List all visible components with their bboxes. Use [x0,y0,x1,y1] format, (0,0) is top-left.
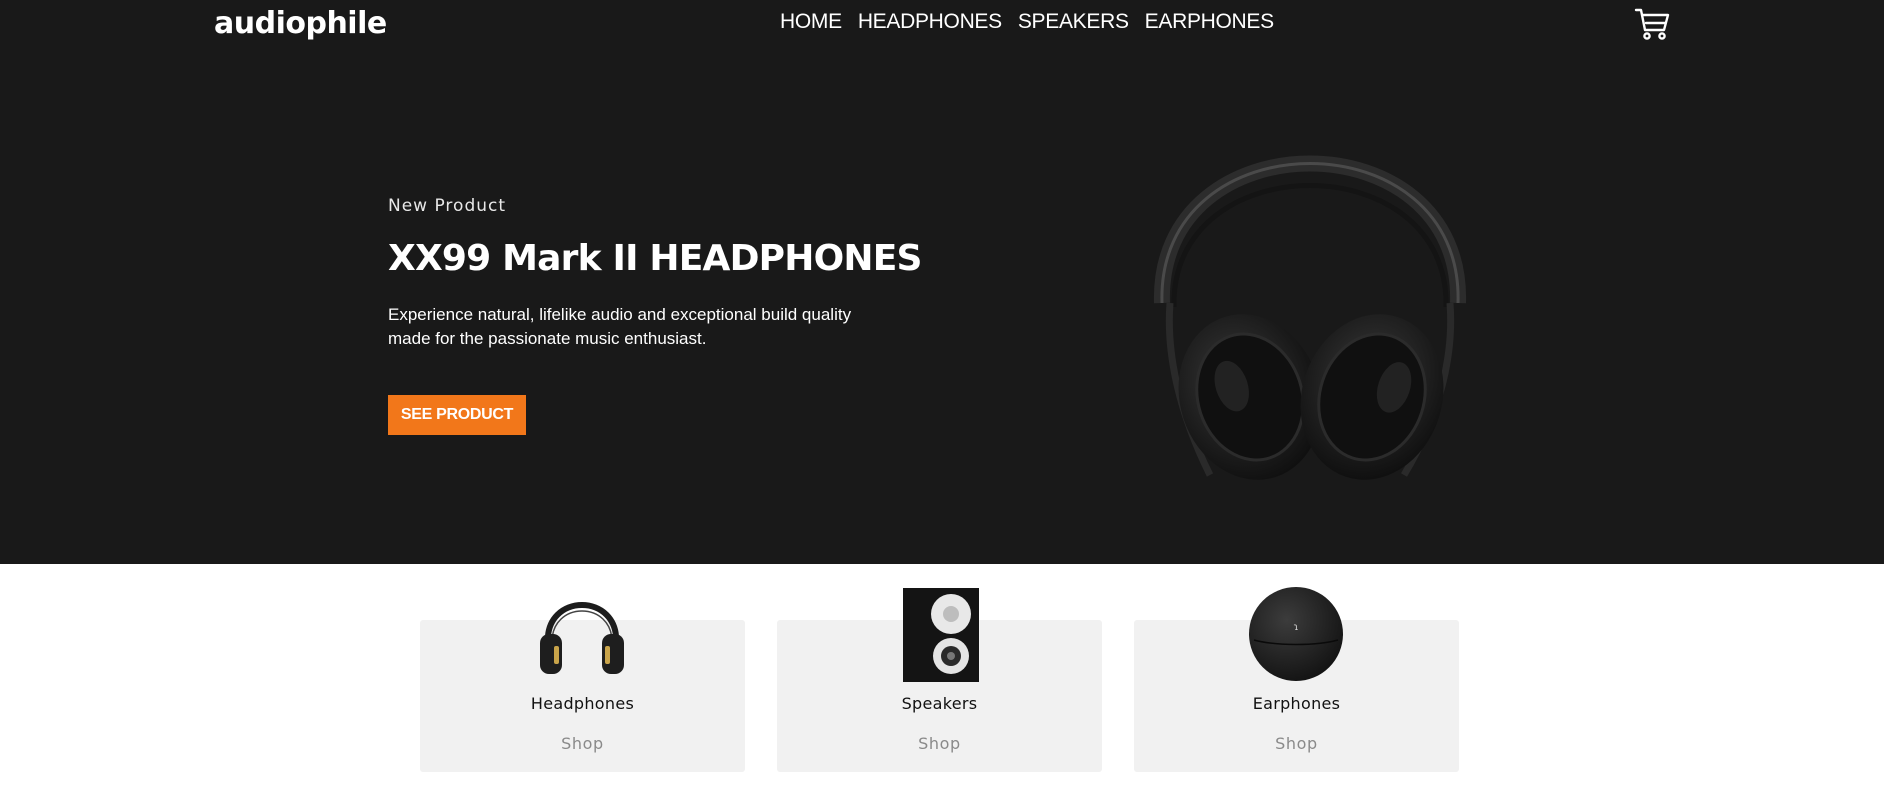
nav-link-headphones[interactable]: HEADPHONES [858,10,1002,34]
hero-section: audiophile HOME HEADPHONES SPEAKERS EARP… [0,0,1884,564]
nav-link-home[interactable]: HOME [780,10,842,34]
category-name: Headphones [530,694,635,713]
svg-text:ɿ: ɿ [1293,622,1298,633]
category-name: Earphones [1252,694,1341,713]
hero-overline: New Product [388,196,507,216]
category-section: Headphones Shop Speakers Shop ɿ Earphone… [0,564,1884,790]
hero-content: New Product XX99 Mark II HEADPHONES Expe… [388,196,922,435]
category-card-earphones[interactable]: ɿ Earphones Shop [1134,587,1459,772]
category-card-headphones[interactable]: Headphones Shop [420,602,745,772]
shop-link[interactable]: Shop [420,734,745,753]
category-card-speakers[interactable]: Speakers Shop [777,588,1102,772]
hero-title: XX99 Mark II HEADPHONES [388,238,922,279]
earphones-case-thumbnail: ɿ [1246,584,1346,684]
shop-link[interactable]: Shop [1134,734,1459,753]
cart-icon[interactable] [1634,6,1670,42]
headphones-thumbnail [532,584,632,684]
shop-link[interactable]: Shop [777,734,1102,753]
category-name: Speakers [901,694,978,713]
see-product-button[interactable]: SEE PRODUCT [388,395,526,435]
nav-link-speakers[interactable]: SPEAKERS [1018,10,1129,34]
headphones-product-image [1140,135,1480,505]
nav-link-earphones[interactable]: EARPHONES [1145,10,1274,34]
main-nav: HOME HEADPHONES SPEAKERS EARPHONES [780,10,1274,34]
site-logo[interactable]: audiophile [214,6,387,41]
speaker-thumbnail [889,584,989,684]
hero-description: Experience natural, lifelike audio and e… [388,305,852,348]
